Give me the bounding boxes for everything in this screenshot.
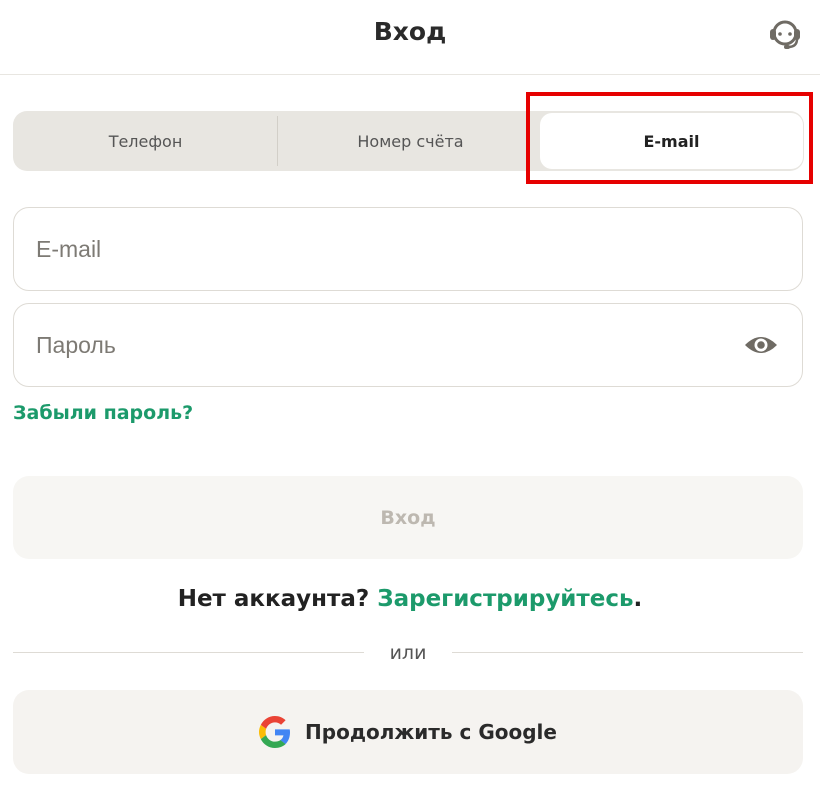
password-input[interactable] <box>36 304 736 386</box>
forgot-password-link[interactable]: Забыли пароль? <box>13 402 193 424</box>
eye-icon[interactable] <box>744 331 778 359</box>
tab-account-number[interactable]: Номер счёта <box>278 111 543 171</box>
headset-icon[interactable] <box>766 14 804 52</box>
signup-suffix: . <box>633 586 643 612</box>
page-title: Вход <box>373 17 447 46</box>
google-button-label: Продолжить с Google <box>305 720 557 744</box>
login-method-tabs: Телефон Номер счёта E-mail <box>13 111 804 171</box>
signup-prompt: Нет аккаунта? Зарегистрируйтесь. <box>0 586 820 612</box>
email-field-container <box>13 207 803 291</box>
separator-text: или <box>389 642 427 664</box>
email-input[interactable] <box>36 208 736 290</box>
google-signin-button[interactable]: Продолжить с Google <box>13 690 803 774</box>
google-icon <box>259 716 291 748</box>
tab-phone[interactable]: Телефон <box>13 111 278 171</box>
separator-line-right <box>452 652 803 653</box>
login-button[interactable]: Вход <box>13 476 803 559</box>
password-field-container <box>13 303 803 387</box>
signup-link[interactable]: Зарегистрируйтесь <box>377 586 633 612</box>
separator-line-left <box>13 652 364 653</box>
signup-prompt-text: Нет аккаунта? <box>177 586 370 612</box>
tab-email[interactable]: E-mail <box>540 113 803 169</box>
header: Вход <box>0 0 820 75</box>
